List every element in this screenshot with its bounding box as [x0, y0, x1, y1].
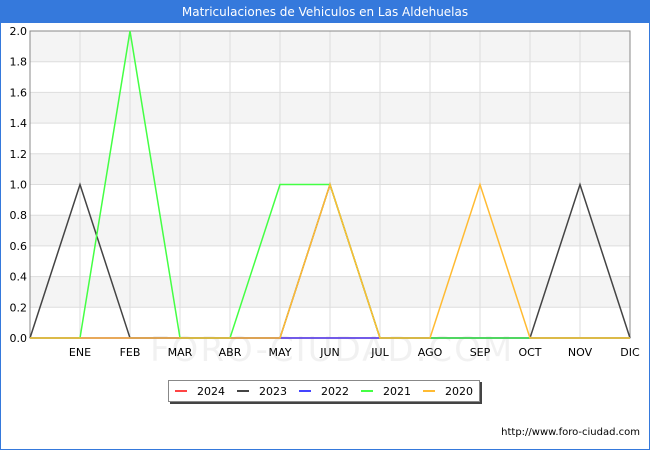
y-tick-label: 0.4	[10, 271, 28, 284]
x-tick-label: ABR	[219, 346, 242, 359]
x-tick-label: OCT	[518, 346, 541, 359]
x-tick-label: MAR	[168, 346, 193, 359]
legend-swatch	[175, 390, 187, 392]
y-tick-label: 0.8	[10, 209, 28, 222]
y-tick-label: 1.8	[10, 56, 28, 69]
legend-swatch	[361, 390, 373, 392]
legend-label: 2022	[321, 384, 349, 398]
x-tick-label: DIC	[620, 346, 640, 359]
legend: 2024 2023 2022 2021 2020	[168, 380, 480, 402]
y-tick-label: 0.6	[10, 240, 28, 253]
x-tick-label: MAY	[269, 346, 292, 359]
y-tick-label: 1.0	[10, 179, 28, 192]
legend-swatch	[423, 390, 435, 392]
y-tick-label: 0.2	[10, 301, 28, 314]
y-tick-label: 2.0	[10, 25, 28, 38]
x-tick-label: FEB	[120, 346, 141, 359]
legend-label: 2023	[259, 384, 287, 398]
legend-item-2022: 2022	[299, 385, 349, 398]
legend-label: 2021	[383, 384, 411, 398]
legend-label: 2024	[197, 384, 225, 398]
y-tick-label: 0.0	[10, 332, 28, 345]
x-tick-label: JUN	[319, 346, 340, 359]
legend-item-2021: 2021	[361, 385, 411, 398]
x-tick-label: JUL	[370, 346, 389, 359]
source-url: http://www.foro-ciudad.com	[501, 427, 640, 438]
legend-swatch	[237, 390, 249, 392]
legend-item-2020: 2020	[423, 385, 473, 398]
y-tick-label: 1.4	[10, 117, 28, 130]
x-tick-label: AGO	[418, 346, 443, 359]
x-tick-label: SEP	[470, 346, 491, 359]
legend-swatch	[299, 390, 311, 392]
y-tick-label: 1.6	[10, 86, 28, 99]
legend-item-2023: 2023	[237, 385, 287, 398]
x-tick-label: ENE	[69, 346, 91, 359]
y-tick-label: 1.2	[10, 148, 28, 161]
x-tick-label: NOV	[568, 346, 593, 359]
legend-label: 2020	[445, 384, 473, 398]
legend-item-2024: 2024	[175, 385, 225, 398]
